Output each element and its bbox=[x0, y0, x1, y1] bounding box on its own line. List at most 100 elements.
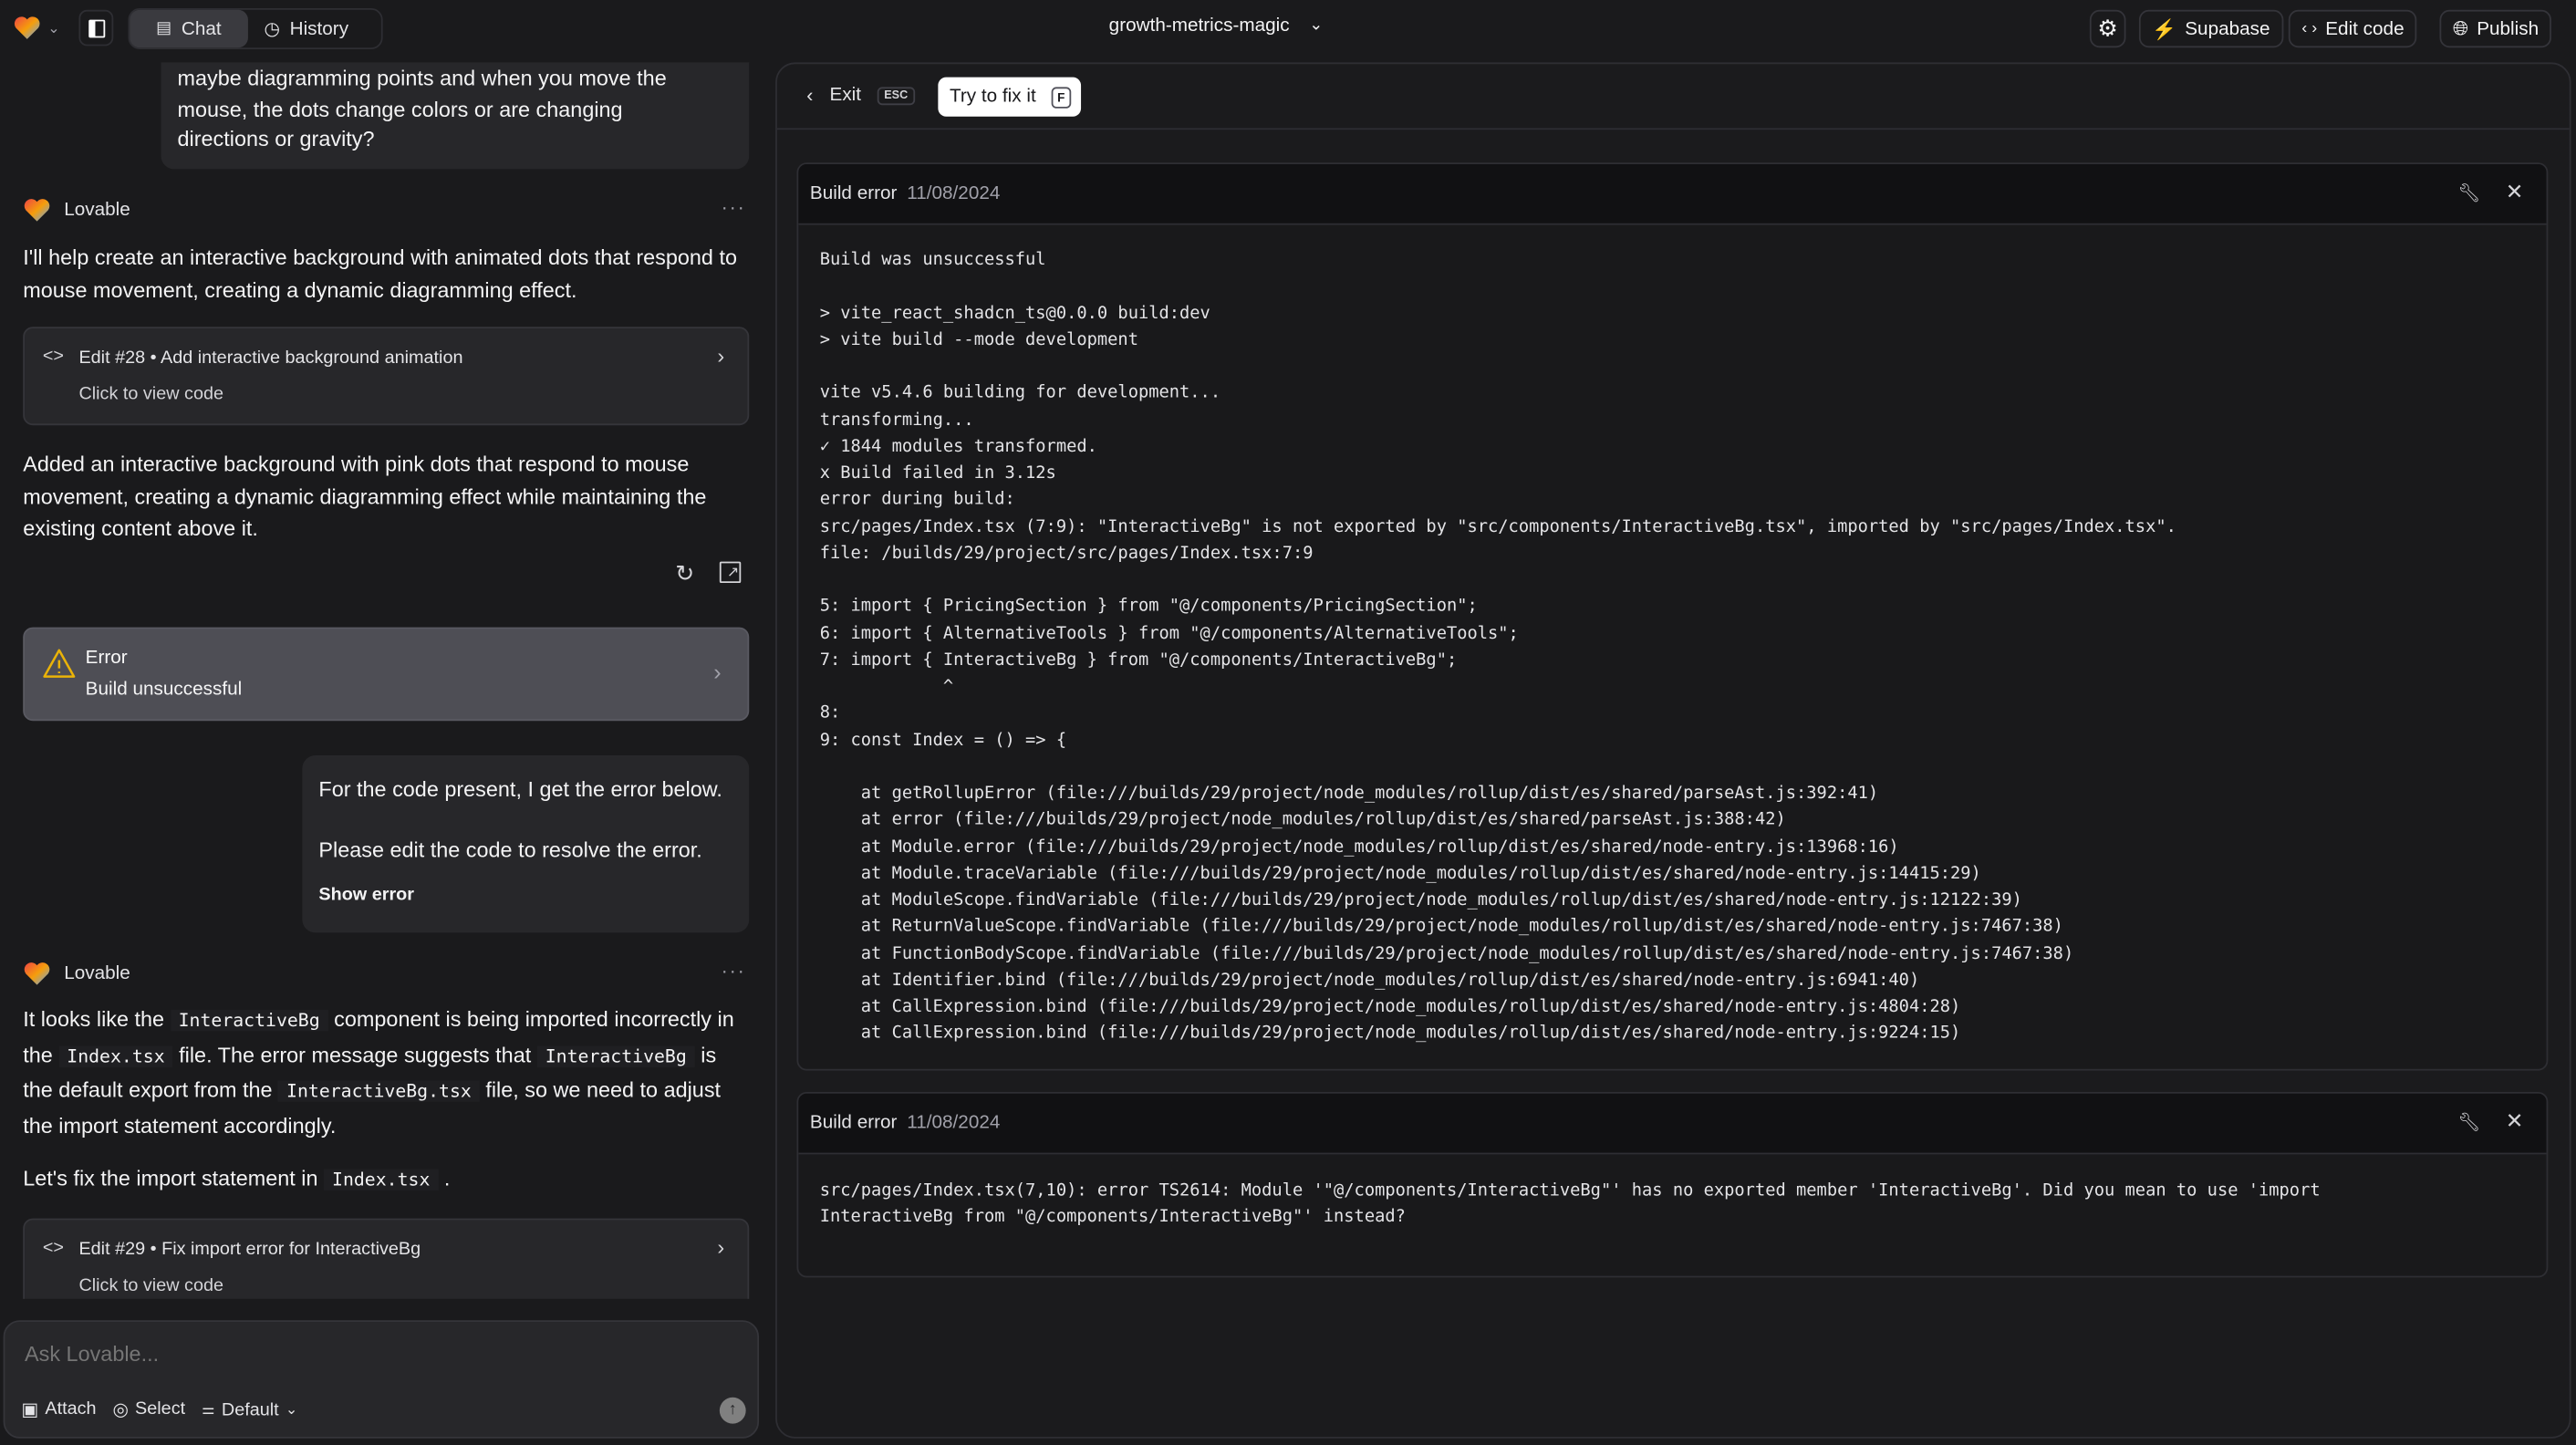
exit-label: Exit bbox=[829, 85, 862, 106]
settings-button[interactable]: ⚙ bbox=[2089, 9, 2126, 48]
image-icon: ▣ bbox=[21, 1400, 39, 1420]
log-line: at getRollupError (file:///builds/29/pro… bbox=[819, 783, 1879, 804]
project-name-dropdown[interactable]: growth-metrics-magic ⌄ bbox=[1109, 16, 1324, 36]
code-icon: <> bbox=[42, 346, 64, 367]
lovable-heart-icon bbox=[24, 199, 50, 222]
assistant-author: Lovable bbox=[23, 197, 130, 224]
chevron-right-icon: › bbox=[713, 658, 722, 685]
chevron-right-icon: › bbox=[717, 343, 725, 369]
publish-label: Publish bbox=[2477, 18, 2540, 39]
message-text: file. The error message suggests that bbox=[172, 1042, 537, 1067]
error-date: 11/08/2024 bbox=[907, 1113, 1001, 1133]
tab-history-label: History bbox=[289, 18, 349, 39]
edit-card[interactable]: <> Edit #28 • Add interactive background… bbox=[23, 327, 750, 426]
wrench-icon[interactable]: 🔧︎ bbox=[2457, 182, 2480, 204]
more-options-icon[interactable]: ··· bbox=[722, 959, 746, 982]
log-line: at ModuleScope.findVariable (file:///bui… bbox=[819, 889, 2022, 910]
restore-icon[interactable]: ↻ bbox=[675, 560, 694, 588]
select-label: Select bbox=[135, 1398, 186, 1419]
mode-dropdown[interactable]: ⚌ Default ⌄ bbox=[202, 1400, 297, 1420]
history-icon: ◷ bbox=[264, 19, 280, 40]
try-to-fix-button[interactable]: Try to fix it F bbox=[938, 77, 1082, 117]
inline-code: Index.tsx bbox=[58, 1045, 173, 1067]
supabase-button[interactable]: ⚡ Supabase bbox=[2138, 9, 2283, 48]
gear-icon: ⚙ bbox=[2097, 15, 2118, 41]
close-icon[interactable]: ✕ bbox=[2506, 179, 2524, 205]
send-button[interactable]: ↑ bbox=[719, 1397, 746, 1424]
error-date: 11/08/2024 bbox=[907, 183, 1001, 204]
close-icon[interactable]: ✕ bbox=[2506, 1108, 2524, 1135]
sliders-icon: ⚌ bbox=[202, 1399, 215, 1417]
warning-icon bbox=[43, 649, 76, 678]
external-link-icon[interactable]: ↗ bbox=[719, 561, 742, 583]
log-line: ^ bbox=[819, 676, 954, 697]
log-line: 6: import { AlternativeTools } from "@/c… bbox=[819, 623, 1519, 643]
log-line: src/pages/Index.tsx (7:9): "InteractiveB… bbox=[819, 516, 2176, 536]
message-text: Let's fix the import statement in bbox=[23, 1166, 325, 1190]
log-line: at CallExpression.bind (file:///builds/2… bbox=[819, 1023, 1961, 1044]
more-options-icon[interactable]: ··· bbox=[722, 195, 746, 218]
sidebar-toggle-button[interactable] bbox=[78, 9, 114, 47]
assistant-message: It looks like the InteractiveBg componen… bbox=[23, 1003, 749, 1144]
user-message: For the code present, I get the error be… bbox=[302, 755, 750, 933]
author-name: Lovable bbox=[64, 963, 130, 984]
wrench-icon[interactable]: 🔧︎ bbox=[2457, 1112, 2480, 1133]
log-line: 7: import { InteractiveBg } from "@/comp… bbox=[819, 650, 1458, 670]
log-line: src/pages/Index.tsx(7,10): error TS2614:… bbox=[819, 1180, 2321, 1201]
error-panel: ‹ Exit ESC Try to fix it F Build error 1… bbox=[775, 62, 2571, 1439]
f-key-hint: F bbox=[1050, 86, 1072, 108]
error-card[interactable]: Error Build unsuccessful › bbox=[23, 627, 750, 722]
log-line: 8: bbox=[819, 702, 851, 723]
error-title: Build error bbox=[809, 1113, 898, 1133]
inline-code: InteractiveBg bbox=[536, 1045, 695, 1067]
message-text: . bbox=[438, 1166, 451, 1190]
lovable-heart-icon bbox=[24, 962, 50, 985]
arrow-up-icon: ↑ bbox=[728, 1400, 737, 1419]
attach-button[interactable]: ▣ Attach bbox=[21, 1399, 96, 1420]
code-icon: <> bbox=[42, 1238, 64, 1258]
supabase-bolt-icon: ⚡ bbox=[2152, 16, 2177, 41]
chevron-down-icon: ⌄ bbox=[47, 18, 60, 36]
log-line: > vite_react_shadcn_ts@0.0.0 build:dev bbox=[819, 303, 1210, 323]
inline-code: InteractiveBg bbox=[170, 1009, 328, 1031]
edit-subtitle: Click to view code bbox=[78, 1275, 224, 1296]
chat-input[interactable] bbox=[25, 1341, 682, 1367]
log-line: error during build: bbox=[819, 489, 1015, 510]
publish-button[interactable]: 🌐︎ Publish bbox=[2439, 9, 2552, 48]
log-line: at Module.error (file:///builds/29/proje… bbox=[819, 837, 1899, 857]
mode-label: Default bbox=[221, 1399, 279, 1420]
tab-history[interactable]: ◷ History bbox=[248, 10, 366, 47]
globe-icon: 🌐︎ bbox=[2452, 16, 2469, 40]
log-line: > vite build --mode development bbox=[819, 329, 1138, 349]
log-line: 9: const Index = () => { bbox=[819, 730, 1067, 750]
esc-key-hint: ESC bbox=[878, 86, 915, 105]
exit-button[interactable]: ‹ Exit ESC bbox=[806, 84, 915, 107]
inline-code: InteractiveBg.tsx bbox=[278, 1080, 480, 1103]
project-menu-button[interactable]: ⌄ bbox=[13, 15, 60, 41]
message-line: directions or gravity? bbox=[177, 126, 375, 151]
chevron-down-icon: ⌄ bbox=[1309, 16, 1324, 35]
chevron-right-icon: › bbox=[717, 1234, 725, 1260]
message-line: Please edit the code to resolve the erro… bbox=[318, 837, 702, 862]
build-error-card: Build error 11/08/2024 🔧︎ ✕ Build was un… bbox=[796, 162, 2549, 1071]
log-line: ✓ 1844 modules transformed. bbox=[819, 436, 1097, 456]
show-error-button[interactable]: Show error bbox=[318, 879, 732, 910]
assistant-message: I'll help create an interactive backgrou… bbox=[23, 244, 738, 302]
edit-code-button[interactable]: ‹ › Edit code bbox=[2288, 9, 2418, 48]
tab-chat-label: Chat bbox=[181, 18, 222, 39]
assistant-message: Added an interactive background with pin… bbox=[23, 452, 707, 541]
message-line: For the code present, I get the error be… bbox=[318, 776, 722, 802]
select-button[interactable]: ◎ Select bbox=[113, 1399, 186, 1420]
project-name: growth-metrics-magic bbox=[1108, 16, 1290, 36]
attach-label: Attach bbox=[45, 1398, 97, 1419]
target-icon: ◎ bbox=[112, 1400, 129, 1420]
edit-subtitle: Click to view code bbox=[78, 384, 224, 404]
error-log: src/pages/Index.tsx(7,10): error TS2614:… bbox=[798, 1154, 2546, 1231]
tab-chat[interactable]: ▤ Chat bbox=[130, 9, 248, 48]
error-title: Build error bbox=[809, 183, 898, 204]
log-line: file: /builds/29/project/src/pages/Index… bbox=[819, 543, 1314, 563]
code-icon: ‹ › bbox=[2301, 19, 2318, 38]
